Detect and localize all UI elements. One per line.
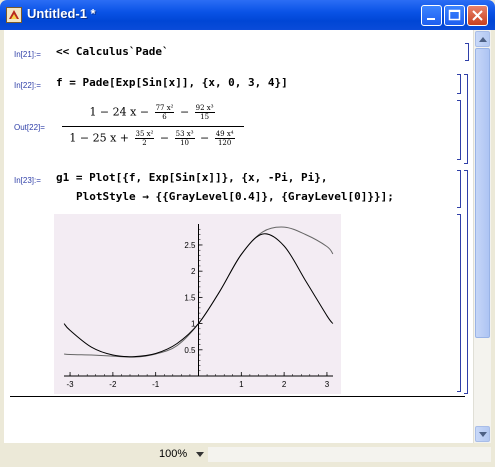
denominator-term-2: 35 x² 2 xyxy=(134,130,155,147)
y-tick-label: 2.5 xyxy=(184,241,196,250)
x-tick-label: 2 xyxy=(282,380,287,389)
numerator-term-2: 77 x² 6 xyxy=(154,104,175,121)
cell-bracket-in23[interactable] xyxy=(457,170,461,208)
cell-input-in21[interactable]: << Calculus`Pade` xyxy=(56,45,169,58)
notebook-content[interactable]: In[21]:= << Calculus`Pade` In[22]:= f = … xyxy=(4,30,471,443)
zoom-dropdown-icon[interactable] xyxy=(196,452,204,457)
scroll-up-button[interactable] xyxy=(475,31,490,47)
y-tick-label: 0.5 xyxy=(184,346,196,355)
fraction-numerator: 1 − 24 x − 77 x² 6 − 92 x³ 15 xyxy=(62,104,244,126)
scroll-up-icon xyxy=(479,37,487,42)
cell-input-in23-line2[interactable]: PlotStyle → {{GrayLevel[0.4]}, {GrayLeve… xyxy=(76,190,394,203)
status-bar: 100% xyxy=(4,446,491,463)
scroll-down-icon xyxy=(479,432,487,437)
close-button[interactable] xyxy=(467,5,488,26)
scroll-down-button[interactable] xyxy=(475,426,490,442)
cell-label-out22: Out[22]= xyxy=(14,123,45,132)
cell-input-in22[interactable]: f = Pade[Exp[Sin[x]], {x, 0, 3, 4}] xyxy=(56,76,288,89)
cell-label-in22: In[22]:= xyxy=(14,81,41,90)
horizontal-scrollbar[interactable] xyxy=(208,447,491,462)
vertical-scrollbar[interactable] xyxy=(473,30,491,443)
title-bar[interactable]: Untitled-1 * xyxy=(0,0,495,30)
cell-insertion-line xyxy=(10,396,465,397)
fraction-denominator: 1 − 25 x + 35 x² 2 − 53 x³ 10 − 49 x⁴ 120 xyxy=(62,128,244,152)
maximize-button[interactable] xyxy=(444,5,465,26)
cell-label-in21: In[21]:= xyxy=(14,50,41,59)
cell-bracket-in21[interactable] xyxy=(465,43,469,61)
cell-bracket-out22[interactable] xyxy=(457,100,461,160)
x-tick-label: -2 xyxy=(109,380,117,389)
x-tick-label: -3 xyxy=(66,380,74,389)
scrollbar-thumb[interactable] xyxy=(475,48,490,338)
close-icon xyxy=(472,10,483,21)
cell-bracket-in22[interactable] xyxy=(457,74,461,94)
y-tick-label: 1.5 xyxy=(184,293,196,302)
plot-background xyxy=(54,214,341,394)
app-icon[interactable] xyxy=(6,7,22,23)
minimize-button[interactable] xyxy=(421,5,442,26)
denominator-sign: − xyxy=(159,131,170,145)
y-tick-label: 2 xyxy=(191,267,196,276)
plot-graphic[interactable]: -3 -2 -1 1 2 30.511.522.5 xyxy=(54,214,341,394)
pade-fraction[interactable]: 1 − 24 x − 77 x² 6 − 92 x³ 15 1 − 25 x + 3… xyxy=(62,104,244,152)
mathematica-window: Untitled-1 * In[21]:= << Calculus`Pade` … xyxy=(0,0,495,467)
numerator-text: 1 − 24 x − xyxy=(89,105,150,119)
maximize-icon xyxy=(448,9,461,21)
numerator-sign: − xyxy=(179,105,190,119)
denominator-term-3: 53 x³ 10 xyxy=(174,130,195,147)
minimize-icon xyxy=(427,18,435,20)
group-bracket-22[interactable] xyxy=(464,74,468,164)
group-bracket-23[interactable] xyxy=(464,170,468,394)
zoom-level[interactable]: 100% xyxy=(159,448,187,460)
cell-label-in23: In[23]:= xyxy=(14,176,41,185)
denominator-sign-2: − xyxy=(200,131,210,145)
x-tick-label: -1 xyxy=(152,380,160,389)
cell-bracket-graphics[interactable] xyxy=(457,214,461,392)
x-tick-label: 3 xyxy=(325,380,330,389)
numerator-term-3: 92 x³ 15 xyxy=(194,104,215,121)
denominator-text: 1 − 25 x + xyxy=(69,131,129,145)
client-area: In[21]:= << Calculus`Pade` In[22]:= f = … xyxy=(4,30,491,443)
denominator-term-4: 49 x⁴ 120 xyxy=(214,130,235,147)
cell-input-in23-line1[interactable]: g1 = Plot[{f, Exp[Sin[x]]}, {x, -Pi, Pi}… xyxy=(56,171,328,184)
window-title: Untitled-1 * xyxy=(27,6,96,21)
x-tick-label: 1 xyxy=(239,380,244,389)
